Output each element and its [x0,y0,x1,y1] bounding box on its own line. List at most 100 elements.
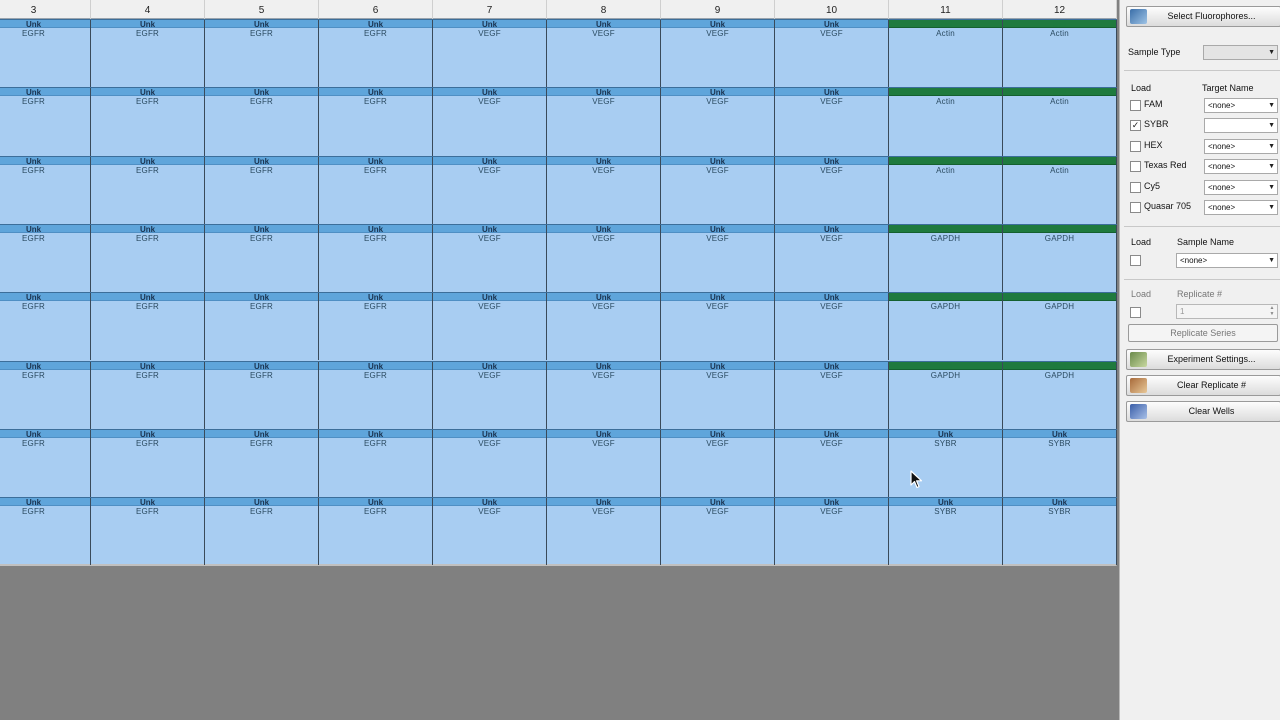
well[interactable]: Std GAPDH [889,361,1003,429]
well[interactable]: Unk EGFR [319,88,433,156]
well[interactable]: Unk VEGF [661,224,775,293]
well[interactable]: Unk VEGF [547,156,661,224]
clear-replicate-button[interactable]: Clear Replicate # [1126,375,1280,396]
well[interactable]: Unk EGFR [205,293,319,361]
sample-name-dropdown[interactable]: <none> ▼ [1176,253,1278,268]
well[interactable]: Unk SYBR [1003,429,1117,498]
column-header[interactable]: 11 [889,0,1003,19]
well[interactable]: Unk VEGF [433,224,547,293]
well[interactable]: Unk EGFR [91,88,205,156]
experiment-settings-button[interactable]: Experiment Settings... [1126,349,1280,370]
well[interactable]: Unk EGFR [205,20,319,88]
well[interactable]: Unk SYBR [1003,498,1117,566]
well[interactable]: Unk EGFR [0,429,91,498]
well[interactable]: Unk EGFR [91,224,205,293]
well[interactable]: Std GAPDH [889,224,1003,293]
column-header[interactable]: 10 [775,0,889,19]
well[interactable]: Unk VEGF [433,361,547,429]
well[interactable]: Unk VEGF [547,224,661,293]
well[interactable]: Unk EGFR [91,498,205,566]
well[interactable]: Unk VEGF [775,429,889,498]
target-name-dropdown[interactable]: ▼ [1204,118,1278,134]
well[interactable]: Unk VEGF [775,361,889,429]
well[interactable]: Std Actin [889,156,1003,224]
column-header[interactable]: 5 [205,0,319,19]
well[interactable]: Unk VEGF [547,293,661,361]
well[interactable]: Unk EGFR [91,429,205,498]
replicate-number-stepper[interactable]: 1 ▲ ▼ [1176,304,1278,319]
column-header[interactable]: 3 [0,0,91,19]
well[interactable]: Unk EGFR [319,20,433,88]
well[interactable]: Unk VEGF [547,498,661,566]
well[interactable]: Unk EGFR [319,293,433,361]
well[interactable]: Unk EGFR [0,361,91,429]
well[interactable]: Unk VEGF [433,498,547,566]
well[interactable]: Std GAPDH [889,293,1003,361]
sample-type-dropdown[interactable]: ▼ [1203,45,1278,60]
sample-name-load-checkbox[interactable] [1130,255,1141,266]
column-header[interactable]: 9 [661,0,775,19]
replicate-series-button[interactable]: Replicate Series [1128,324,1278,342]
well[interactable]: Unk EGFR [205,88,319,156]
target-name-dropdown[interactable]: <none> ▼ [1204,98,1278,113]
fluorophore-checkbox[interactable] [1130,161,1141,173]
well[interactable]: Unk EGFR [0,224,91,293]
well[interactable]: Unk VEGF [433,156,547,224]
well[interactable]: Unk VEGF [775,224,889,293]
well[interactable]: Unk EGFR [91,293,205,361]
well[interactable]: Unk VEGF [547,361,661,429]
well[interactable]: Unk VEGF [547,20,661,88]
fluorophore-checkbox[interactable] [1130,140,1141,152]
well[interactable]: Unk VEGF [547,88,661,156]
fluorophore-checkbox[interactable] [1130,202,1141,213]
well[interactable]: Unk VEGF [661,293,775,361]
fluorophore-checkbox[interactable] [1130,181,1141,193]
select-fluorophores-button[interactable]: Select Fluorophores... [1126,6,1280,27]
target-name-dropdown[interactable]: <none> ▼ [1204,138,1278,154]
well[interactable]: Unk EGFR [205,429,319,498]
well[interactable]: Unk EGFR [319,498,433,566]
well[interactable]: Unk EGFR [205,498,319,566]
well[interactable]: Unk VEGF [433,88,547,156]
stepper-down-icon[interactable]: ▼ [1268,311,1276,317]
well[interactable]: Std GAPDH [1003,361,1117,429]
well[interactable]: Unk SYBR [889,429,1003,498]
well[interactable]: Unk VEGF [433,429,547,498]
well[interactable]: Unk EGFR [205,361,319,429]
fluorophore-checkbox[interactable]: ✓ [1130,120,1141,132]
well[interactable]: Unk EGFR [205,224,319,293]
well[interactable]: Unk VEGF [547,429,661,498]
well[interactable]: Unk EGFR [0,498,91,566]
target-name-dropdown[interactable]: <none> ▼ [1204,200,1278,215]
well[interactable]: Unk VEGF [661,20,775,88]
well[interactable]: Std Actin [1003,20,1117,88]
well[interactable]: Std GAPDH [1003,293,1117,361]
target-name-dropdown[interactable]: <none> ▼ [1204,179,1278,195]
well[interactable]: Unk EGFR [91,20,205,88]
well[interactable]: Std Actin [1003,88,1117,156]
column-header[interactable]: 12 [1003,0,1117,19]
well[interactable]: Unk SYBR [889,498,1003,566]
well[interactable]: Unk VEGF [433,293,547,361]
well[interactable]: Unk EGFR [91,361,205,429]
well[interactable]: Unk EGFR [319,361,433,429]
well[interactable]: Unk VEGF [775,156,889,224]
well[interactable]: Unk EGFR [319,156,433,224]
well[interactable]: Unk VEGF [661,429,775,498]
well[interactable]: Unk VEGF [661,498,775,566]
well[interactable]: Std Actin [1003,156,1117,224]
well[interactable]: Unk EGFR [0,20,91,88]
well[interactable]: Unk VEGF [661,156,775,224]
replicate-load-checkbox[interactable] [1130,307,1141,318]
well[interactable]: Unk EGFR [205,156,319,224]
well[interactable]: Unk EGFR [319,429,433,498]
well[interactable]: Unk EGFR [0,156,91,224]
fluorophore-checkbox[interactable] [1130,100,1141,111]
well[interactable]: Std GAPDH [1003,224,1117,293]
column-header[interactable]: 6 [319,0,433,19]
well[interactable]: Unk VEGF [433,20,547,88]
well[interactable]: Std Actin [889,20,1003,88]
well[interactable]: Unk EGFR [319,224,433,293]
well[interactable]: Unk VEGF [775,498,889,566]
well[interactable]: Unk EGFR [91,156,205,224]
